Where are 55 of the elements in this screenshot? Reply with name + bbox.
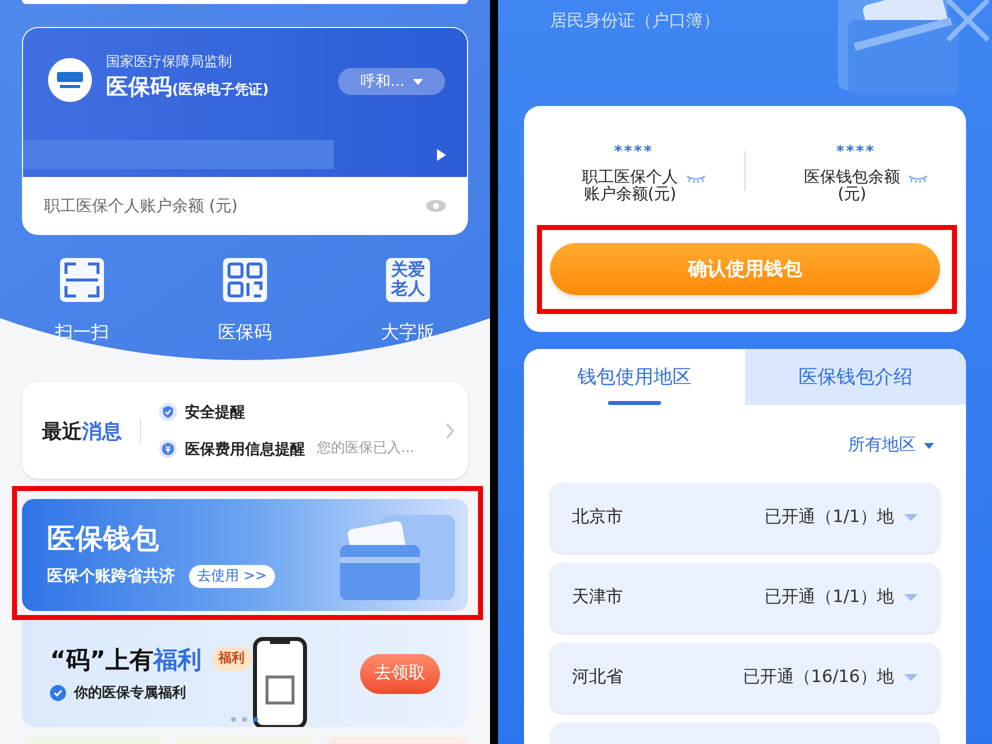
shield-check-icon xyxy=(159,403,177,422)
region-name: 天津市 xyxy=(572,586,623,609)
caret-icon xyxy=(904,674,918,681)
balance-label: 职工医保个人账户余额 (元) xyxy=(44,194,238,216)
balance-label: 职工医保个人账户余额(元) xyxy=(580,168,679,202)
tab[interactable]: 医保钱包介绍 xyxy=(745,349,966,405)
masked-balance: **** xyxy=(836,140,876,162)
region-name: 河北省 xyxy=(572,666,623,689)
shortcut-button[interactable]: 扫一扫 xyxy=(29,258,135,344)
chevron-right-icon xyxy=(446,422,454,438)
eye-icon xyxy=(426,200,446,212)
caret-icon xyxy=(924,442,934,449)
message-title: 医保费用信息提醒 xyxy=(185,438,305,460)
region-filter-dropdown[interactable]: 所有地区 xyxy=(848,433,934,458)
use-button[interactable]: 去使用 >> xyxy=(189,564,275,588)
caret-icon xyxy=(904,594,918,601)
elder-care-icon: 关爱老人 xyxy=(386,258,430,302)
region-row[interactable]: 河北省 已开通（16/16）地 xyxy=(550,642,940,712)
caret-icon xyxy=(904,514,918,521)
welfare-subtitle: 你的医保专属福利 xyxy=(74,684,186,702)
eye-closed-icon xyxy=(686,175,706,184)
message-title: 安全提醒 xyxy=(185,402,245,423)
shortcut-button[interactable]: 医保码 xyxy=(192,258,298,344)
messages-card[interactable]: 最近消息 安全提醒 医保费用信息提醒 您的医保已入... xyxy=(22,382,468,479)
region-status: 已开通（1/1）地 xyxy=(764,506,894,529)
claim-button[interactable]: 去领取 xyxy=(360,654,440,694)
welfare-title: “码”上有福利 xyxy=(50,644,202,674)
coin-icon xyxy=(159,440,177,458)
logo-icon xyxy=(48,58,92,102)
region-row[interactable]: 北京市 已开通（1/1）地 xyxy=(550,482,940,552)
card-subtitle: (医保电子凭证) xyxy=(172,81,269,100)
welfare-banner[interactable]: “码”上有福利 你的医保专属福利 福利 去领取 xyxy=(22,621,468,727)
caret-icon xyxy=(412,78,423,84)
welfare-tag: 福利 xyxy=(212,647,252,671)
card-title: 医保码 xyxy=(106,75,172,101)
region-name: 北京市 xyxy=(572,506,623,529)
scan-icon xyxy=(60,258,104,302)
banner-title: 医保钱包 xyxy=(47,522,160,556)
qr-code-icon xyxy=(223,258,267,302)
messages-title: 最近消息 xyxy=(42,418,123,444)
eye-closed-icon xyxy=(908,175,928,184)
balance-label: 医保钱包余额(元) xyxy=(802,168,901,202)
message-preview: 您的医保已入... xyxy=(317,439,414,458)
check-badge-icon xyxy=(50,685,66,701)
id-type-label: 居民身份证（户口簿） xyxy=(550,10,721,33)
region-dropdown[interactable]: 呼和... xyxy=(338,68,445,95)
wallet-banner[interactable]: 医保钱包 医保个账跨省共济 去使用 >> xyxy=(22,499,468,611)
region-status: 已开通（1/1）地 xyxy=(764,586,894,609)
supervisor-text: 国家医疗保障局监制 xyxy=(106,53,233,71)
banner-subtitle: 医保个账跨省共济 xyxy=(47,565,175,587)
shortcut-button[interactable]: 关爱老人 大字版 xyxy=(355,258,461,344)
play-icon xyxy=(437,148,446,160)
region-row[interactable]: 天津市 已开通（1/1）地 xyxy=(550,562,940,632)
masked-balance: **** xyxy=(614,140,654,162)
region-status: 已开通（16/16）地 xyxy=(743,666,894,689)
